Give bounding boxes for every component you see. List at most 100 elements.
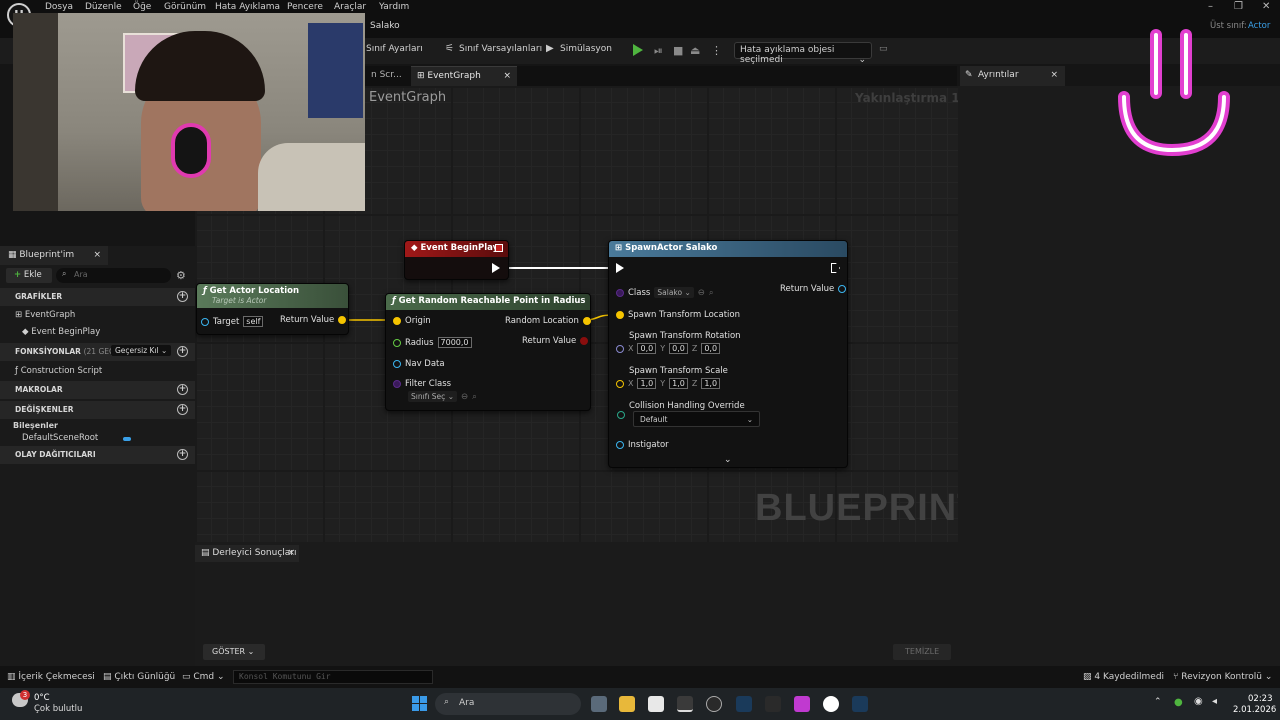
pin-return-bool[interactable]: Return Value <box>522 336 589 346</box>
search-icon[interactable]: ⌕ <box>709 288 714 298</box>
chrome-icon[interactable] <box>677 696 693 712</box>
menu-view[interactable]: Görünüm <box>164 2 206 12</box>
network-icon[interactable]: ◉ <box>1194 696 1203 707</box>
add-graph-icon[interactable]: + <box>177 291 188 302</box>
content-drawer-button[interactable]: ▥ İçerik Çekmecesi <box>7 672 95 682</box>
cmd-dropdown[interactable]: ▭ Cmd ⌄ <box>182 672 225 682</box>
timer-app-icon[interactable] <box>706 696 722 712</box>
class-dropdown[interactable]: Salako ⌄ <box>654 287 694 298</box>
store-icon[interactable] <box>648 696 664 712</box>
tree-item-default-scene-root[interactable]: DefaultSceneRoot <box>0 433 195 443</box>
weather-desc[interactable]: Çok bulutlu <box>34 704 82 714</box>
tab-eventgraph[interactable]: ⊞ EventGraph × <box>411 66 517 86</box>
tab-details[interactable]: ✎ Ayrıntılar × <box>960 66 1065 86</box>
enum-pin-icon[interactable] <box>617 411 625 419</box>
console-input[interactable]: Konsol Komutunu Gir <box>233 670 433 684</box>
stop-icon[interactable]: ■ <box>673 44 683 57</box>
exec-out-pin-icon[interactable] <box>492 263 500 273</box>
browse-icon[interactable]: ⊖ <box>461 392 468 402</box>
radius-field[interactable]: 7000,0 <box>437 337 472 348</box>
pin-instigator[interactable]: Instigator <box>616 440 669 450</box>
pin-radius[interactable]: Radius 7000,0 <box>393 337 472 348</box>
close-tab-icon[interactable]: × <box>1050 70 1058 80</box>
show-button[interactable]: GÖSTER ⌄ <box>203 644 265 660</box>
search-icon[interactable]: ⌕ <box>472 392 477 402</box>
target-self-field[interactable]: self <box>243 316 264 327</box>
close-tab-icon[interactable]: × <box>93 250 101 260</box>
menu-tools[interactable]: Araçlar <box>334 2 366 12</box>
pin-class[interactable]: Class Salako ⌄ ⊖ ⌕ <box>616 287 714 298</box>
filter-class-dropdown[interactable]: Sınıfı Seç ⌄ ⊖ ⌕ <box>408 391 477 402</box>
class-defaults-button[interactable]: ⚟ Sınıf Varsayılanları <box>445 44 542 55</box>
tray-chevron-up-icon[interactable]: ⌃ <box>1154 697 1162 707</box>
section-functions[interactable]: FONKSİYONLAR (21 GEÇERS Geçersiz Kıl ⌄ + <box>0 343 195 361</box>
rotation-x-field[interactable]: 0,0 <box>637 343 657 354</box>
clear-button[interactable]: TEMİZLE <box>893 644 951 660</box>
tab-my-blueprint[interactable]: ▦ Blueprint'im × <box>0 246 108 265</box>
steam-alt-icon[interactable] <box>852 696 868 712</box>
menu-debug[interactable]: Hata Ayıklama <box>215 2 280 12</box>
section-macros[interactable]: MAKROLAR + <box>0 381 195 399</box>
menu-window[interactable]: Pencere <box>287 2 323 12</box>
microphone-icon[interactable]: ● <box>1174 697 1183 708</box>
close-window-icon[interactable]: ✕ <box>1262 1 1270 12</box>
pin-origin[interactable]: Origin <box>393 316 431 326</box>
section-variables[interactable]: DEĞİŞKENLER + <box>0 401 195 419</box>
volume-icon[interactable]: ◂ <box>1212 696 1217 707</box>
expand-chevron-icon[interactable]: ⌄ <box>724 455 732 465</box>
add-variable-icon[interactable]: + <box>177 404 188 415</box>
parent-class-link[interactable]: Actor <box>1248 21 1270 31</box>
more-options-icon[interactable]: ⋮ <box>711 44 722 57</box>
pin-spawn-return[interactable]: Return Value <box>780 284 847 294</box>
menu-asset[interactable]: Öğe <box>133 2 151 12</box>
taskbar-search[interactable]: ⌕ Ara <box>435 693 581 715</box>
file-explorer-icon[interactable] <box>619 696 635 712</box>
play-icon[interactable] <box>633 44 643 56</box>
pin-spawn-scale[interactable]: X 1,0 Y 1,0 Z 1,0 <box>616 378 721 389</box>
tab-compiler-results[interactable]: ▤ Derleyici Sonuçları × <box>195 545 299 562</box>
search-input[interactable]: ⌕ Ara <box>56 268 171 283</box>
settings-icon[interactable]: ⚙ <box>176 269 186 282</box>
scale-x-field[interactable]: 1,0 <box>637 378 657 389</box>
overlay-app-icon[interactable] <box>794 696 810 712</box>
scale-y-field[interactable]: 1,0 <box>669 378 688 389</box>
pin-spawn-rotation[interactable]: X 0,0 Y 0,0 Z 0,0 <box>616 343 721 354</box>
step-icon[interactable]: ⏯ <box>654 44 663 58</box>
pin-filter-class[interactable]: Filter Class <box>393 379 451 389</box>
tree-item-construction-script[interactable]: ƒ Construction Script <box>0 366 195 376</box>
node-event-beginplay[interactable]: ◆ Event BeginPlay <box>404 240 509 280</box>
revision-control-button[interactable]: ⑂ Revizyon Kontrolü ⌄ <box>1173 672 1272 682</box>
add-dispatcher-icon[interactable]: + <box>177 449 188 460</box>
section-graphs[interactable]: GRAFİKLER + <box>0 288 195 306</box>
unreal-engine-icon[interactable] <box>823 696 839 712</box>
tab-construction-script[interactable]: n Scr... <box>365 66 408 86</box>
close-tab-icon[interactable]: × <box>287 548 295 558</box>
override-dropdown[interactable]: Geçersiz Kıl ⌄ <box>111 345 172 356</box>
minimize-icon[interactable]: – <box>1208 1 1213 12</box>
simulation-button[interactable]: ▶ Simülasyon <box>546 44 612 55</box>
browse-icon[interactable]: ▭ <box>879 44 888 54</box>
add-macro-icon[interactable]: + <box>177 384 188 395</box>
pin-random-location[interactable]: Random Location <box>505 316 591 326</box>
scale-z-field[interactable]: 1,0 <box>701 378 721 389</box>
tree-item-eventgraph[interactable]: ⊞ EventGraph <box>0 310 195 320</box>
close-tab-icon[interactable]: × <box>503 71 511 81</box>
pin-spawn-location[interactable]: Spawn Transform Location <box>616 310 740 320</box>
debug-object-dropdown[interactable]: Hata ayıklama objesi seçilmedi ⌄ <box>734 42 872 65</box>
pin-target[interactable]: Target self <box>201 316 264 327</box>
clock-time[interactable]: 02:23 <box>1248 694 1273 704</box>
components-category[interactable]: Bileşenler <box>0 421 195 430</box>
exec-in-pin-icon[interactable] <box>616 263 624 273</box>
weather-temp[interactable]: 0°C <box>34 693 50 703</box>
rotation-z-field[interactable]: 0,0 <box>701 343 721 354</box>
unsaved-button[interactable]: ▨ 4 Kaydedilmedi <box>1083 672 1164 682</box>
add-function-icon[interactable]: + <box>177 346 188 357</box>
eject-icon[interactable]: ⏏ <box>690 44 700 57</box>
epic-games-icon[interactable] <box>765 696 781 712</box>
menu-file[interactable]: Dosya <box>45 2 73 12</box>
node-get-actor-location[interactable]: ƒ Get Actor Location Target is Actor <box>196 283 349 335</box>
steam-icon[interactable] <box>736 696 752 712</box>
windows-start-icon[interactable] <box>412 696 427 711</box>
output-log-button[interactable]: ▤ Çıktı Günlüğü <box>103 672 175 682</box>
restore-icon[interactable]: ❐ <box>1234 1 1243 12</box>
